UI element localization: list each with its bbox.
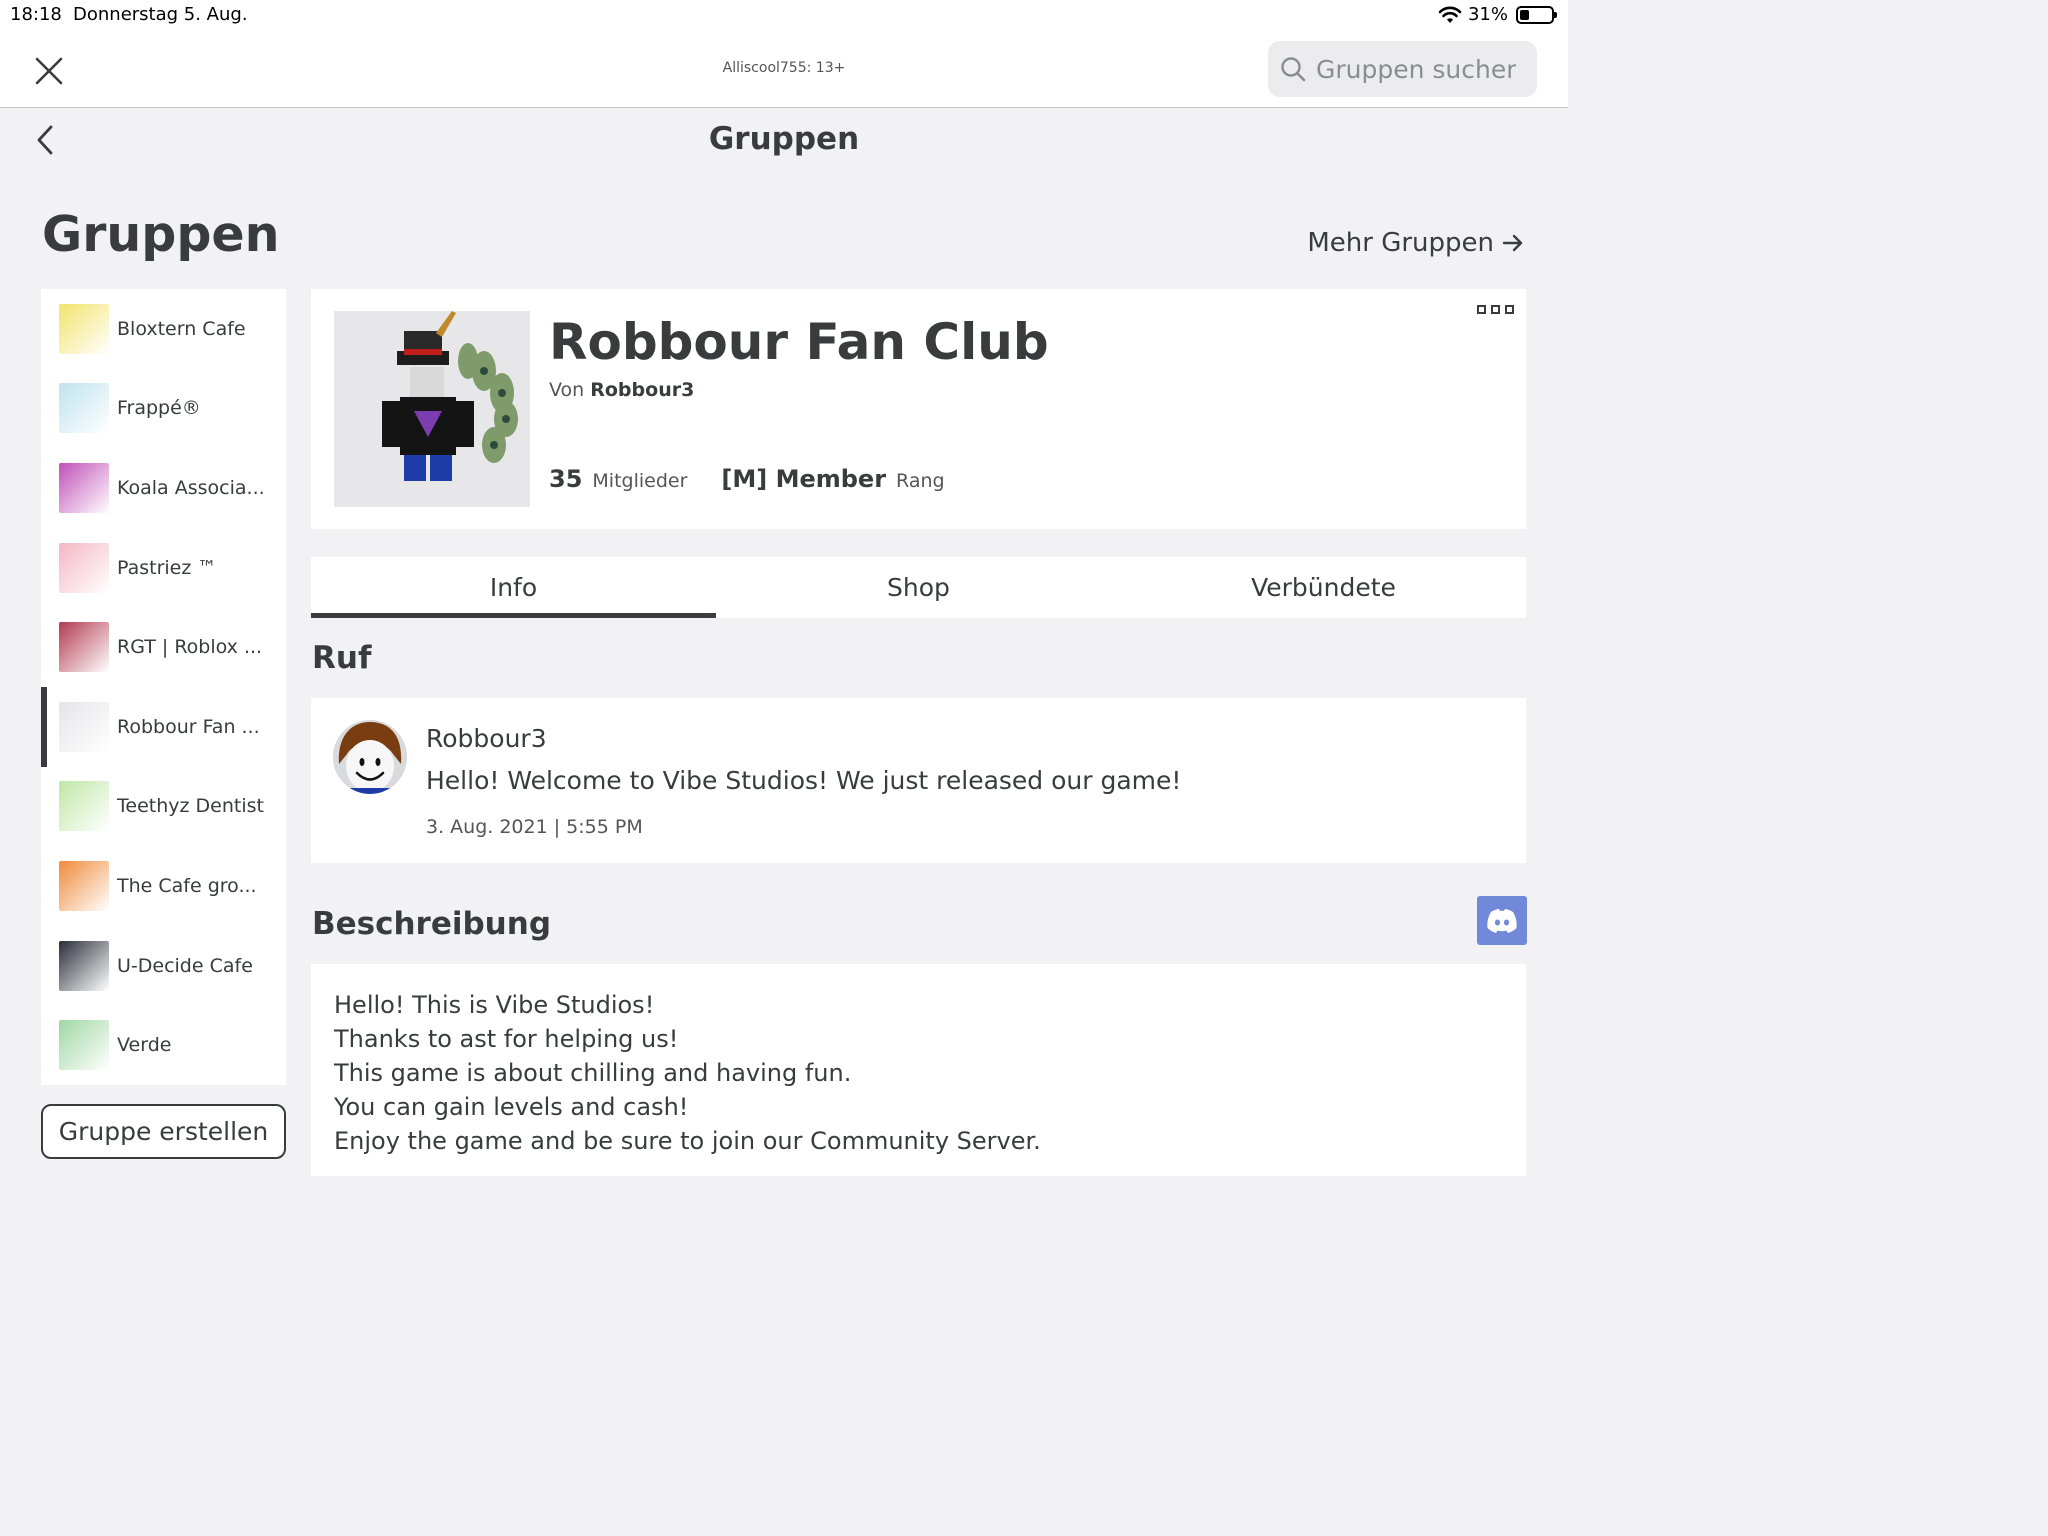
nav-bar: Gruppen [0, 109, 1568, 171]
member-count: 35 [549, 465, 583, 493]
description-line: Enjoy the game and be sure to join our C… [334, 1127, 1041, 1155]
battery-percent: 31% [1467, 4, 1508, 25]
group-thumbnail [59, 701, 109, 752]
sidebar-item-label: Koala Associa... [117, 476, 265, 499]
sidebar-item-label: Pastriez ™ [117, 556, 217, 579]
group-thumbnail [59, 860, 109, 911]
discord-button[interactable] [1477, 896, 1527, 945]
search-input[interactable] [1316, 54, 1516, 84]
sidebar-item[interactable]: Pastriez ™ [41, 528, 286, 608]
group-thumbnail [59, 383, 109, 434]
search-icon [1281, 57, 1306, 82]
group-list: Bloxtern Cafe Frappé® Koala Associa... Past… [41, 289, 286, 1085]
group-thumbnail [59, 1020, 109, 1071]
group-thumbnail [59, 542, 109, 593]
description-line: Thanks to ast for helping us! [334, 1025, 679, 1053]
owner-link[interactable]: Robbour3 [590, 379, 694, 401]
group-thumbnail [59, 781, 109, 832]
member-label: Mitglieder [592, 470, 688, 492]
more-groups-link[interactable]: Mehr Gruppen [1307, 228, 1524, 258]
sidebar-item-label: Frappé® [117, 397, 201, 420]
tab-shop[interactable]: Shop [716, 557, 1121, 618]
sidebar-item-label: Robbour Fan ... [117, 715, 260, 738]
status-indicators: 31% [1438, 4, 1557, 25]
discord-icon [1487, 908, 1517, 933]
group-title: Robbour Fan Club [549, 313, 1049, 371]
group-emblem-image [382, 311, 518, 481]
description-card: Hello! This is Vibe Studios! Thanks to as… [311, 964, 1526, 1176]
group-owner-line: Von Robbour3 [549, 379, 694, 401]
shout-text: Hello! Welcome to Vibe Studios! We just … [426, 766, 1182, 795]
sidebar-item[interactable]: Koala Associa... [41, 448, 286, 528]
sidebar-item-label: Bloxtern Cafe [117, 317, 246, 340]
group-emblem [334, 311, 530, 507]
shout-card: Robbour3 Hello! Welcome to Vibe Studios!… [311, 698, 1526, 863]
sidebar-item[interactable]: Teethyz Dentist [41, 767, 286, 847]
nav-title: Gruppen [708, 121, 860, 157]
owner-prefix: Von [549, 379, 585, 401]
avatar-image [333, 720, 407, 794]
tab-verbündete[interactable]: Verbündete [1121, 557, 1526, 618]
sidebar-item-label: RGT | Roblox ... [117, 636, 263, 659]
tab-info[interactable]: Info [311, 557, 716, 618]
sidebar-item[interactable]: Bloxtern Cafe [41, 289, 286, 369]
status-time: 18:18 [10, 4, 62, 25]
description-line: This game is about chilling and having f… [334, 1059, 852, 1087]
sidebar-item[interactable]: Frappé® [41, 369, 286, 449]
shout-section-title: Ruf [312, 640, 372, 676]
top-bar: Alliscool755: 13+ [0, 32, 1568, 108]
sidebar-item-label: U-Decide Cafe [117, 954, 253, 977]
arrow-right-icon [1502, 234, 1523, 252]
sidebar-item[interactable]: Verde [41, 1005, 286, 1085]
rank-value: [M] Member [721, 465, 887, 493]
more-options-button[interactable] [1475, 303, 1516, 316]
sidebar-item-label: The Cafe gro... [117, 874, 257, 897]
group-header-card: Robbour Fan Club Von Robbour3 35 Mitglie… [311, 289, 1526, 529]
group-tabs: Info Shop Verbündete [311, 557, 1526, 618]
description-line: Hello! This is Vibe Studios! [334, 991, 655, 1019]
group-stats: 35 Mitglieder [M] Member Rang [549, 465, 945, 493]
status-date: Donnerstag 5. Aug. [73, 4, 248, 25]
shout-date: 3. Aug. 2021 | 5:55 PM [426, 816, 643, 838]
page-heading: Gruppen [42, 206, 280, 263]
more-dots-icon [1477, 305, 1486, 314]
sidebar-item[interactable]: The Cafe gro... [41, 846, 286, 926]
sidebar-item[interactable]: Robbour Fan ... [41, 686, 286, 767]
sidebar-item-label: Teethyz Dentist [117, 795, 264, 818]
sidebar-item[interactable]: U-Decide Cafe [41, 926, 286, 1006]
group-thumbnail [59, 462, 109, 513]
search-box[interactable] [1268, 41, 1537, 97]
shout-author[interactable]: Robbour3 [426, 724, 547, 753]
description-section-title: Beschreibung [312, 906, 552, 942]
description-line: You can gain levels and cash! [334, 1093, 689, 1121]
create-group-button[interactable]: Gruppe erstellen [41, 1104, 286, 1159]
wifi-icon [1438, 6, 1462, 23]
more-groups-label: Mehr Gruppen [1307, 228, 1494, 258]
group-thumbnail [59, 622, 109, 673]
sidebar-item[interactable]: RGT | Roblox ... [41, 607, 286, 687]
sidebar-item-label: Verde [117, 1034, 172, 1057]
avatar[interactable] [333, 720, 407, 794]
group-thumbnail [59, 940, 109, 991]
battery-icon [1516, 5, 1557, 24]
rank-label: Rang [896, 470, 945, 492]
group-thumbnail [59, 303, 109, 354]
status-bar: 18:18 Donnerstag 5. Aug. 31% [0, 0, 1568, 32]
